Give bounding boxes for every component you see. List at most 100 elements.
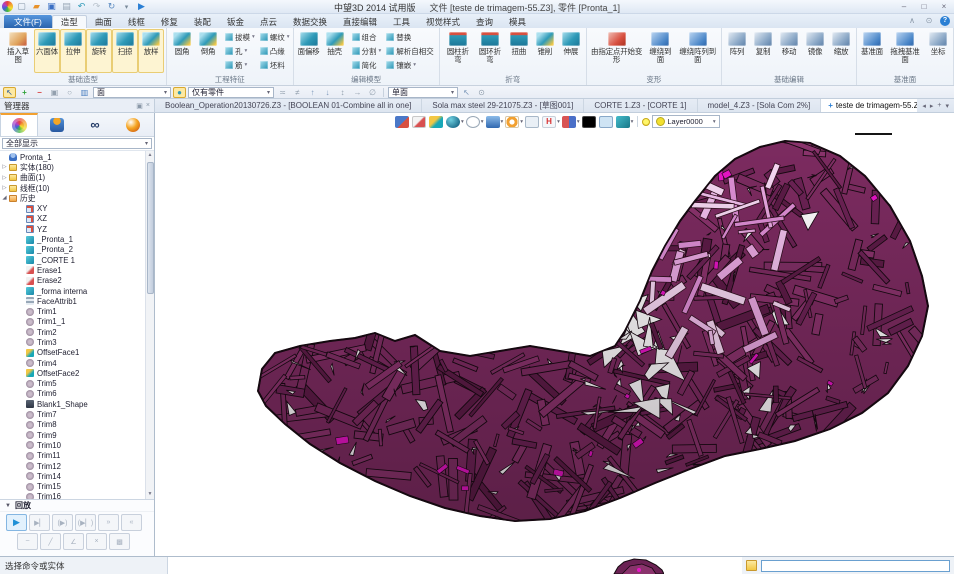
pick-cursor-icon[interactable]: ↖ (3, 87, 16, 98)
tabs-next-icon[interactable]: ▸ (930, 102, 934, 110)
rib-button[interactable]: 筋 ▾ (224, 58, 256, 72)
tree-item[interactable]: Trim2 (1, 327, 144, 337)
tabs-prev-icon[interactable]: ◂ (922, 102, 926, 110)
doc-tab-corte-1[interactable]: CORTE 1.Z3 - [CORTE 1] (584, 99, 697, 112)
pick-add-icon[interactable]: ↖ (460, 87, 473, 98)
qat-menu-icon[interactable]: ▾ (120, 1, 133, 12)
cylindrical-bend-button[interactable]: 圆柱折弯 (442, 29, 474, 73)
stock-button[interactable]: 坯料 (259, 58, 291, 72)
tree-item[interactable]: Trim15 (1, 482, 144, 492)
tree-item[interactable]: Trim12 (1, 461, 144, 471)
wireframe-mode-icon[interactable] (466, 116, 480, 128)
scroll-thumb[interactable] (147, 162, 154, 294)
close-button[interactable]: × (936, 1, 952, 12)
show-target-icon[interactable] (429, 116, 443, 128)
replace-button[interactable]: 替换 (385, 30, 437, 44)
doc-tab-boolean-operation[interactable]: Boolean_Operation20130726.Z3 - [BOOLEAN … (155, 99, 422, 112)
section-view-icon[interactable]: H (542, 116, 556, 128)
match-attr-icon[interactable]: ≍ (276, 87, 289, 98)
3d-model[interactable] (155, 113, 954, 556)
revolve-button[interactable]: 旋转 (86, 29, 112, 73)
mirror-button[interactable]: 镜像 (802, 29, 828, 73)
tree-item[interactable]: Trim11 (1, 451, 144, 461)
tree-filter-select[interactable]: 全部显示 (2, 138, 152, 149)
display-attributes-icon[interactable] (562, 116, 576, 128)
menu-tab-data-exchange[interactable]: 数据交换 (285, 15, 335, 28)
tree-item[interactable]: Erase1 (1, 265, 144, 275)
pick-window-icon[interactable]: ▣ (48, 87, 61, 98)
face-offset-button[interactable]: 面偏移 (296, 29, 322, 73)
taper-button[interactable]: 锥削 (532, 29, 558, 73)
help-icon[interactable]: ? (940, 16, 950, 26)
loft-button[interactable]: 放样 (138, 29, 164, 73)
image-plane-button[interactable]: ▩ (109, 533, 130, 550)
collapse-ribbon-icon[interactable]: ∧ (906, 15, 918, 26)
face-mode-select[interactable]: 单面 (388, 87, 458, 98)
angle-tool-button[interactable]: ∠ (63, 533, 84, 550)
pattern-button[interactable]: 阵列 (724, 29, 750, 73)
menu-tab-sheetmetal[interactable]: 钣金 (219, 15, 252, 28)
draft-button[interactable]: 拔模 ▾ (224, 30, 256, 44)
tree-item[interactable]: Trim4 (1, 358, 144, 368)
divide-button[interactable]: 分割 ▾ (351, 44, 383, 58)
undo-icon[interactable]: ↶ (75, 1, 88, 12)
manager-close-icon[interactable]: × (146, 102, 150, 110)
app-logo[interactable] (2, 1, 13, 12)
flange-button[interactable]: 凸缘 (259, 44, 291, 58)
pick-next-icon[interactable]: → (351, 87, 364, 98)
print-icon[interactable]: ▤ (60, 1, 73, 12)
tree-item[interactable]: Trim9 (1, 430, 144, 440)
toroidal-bend-button[interactable]: 圆环折弯 (474, 29, 506, 73)
settings-icon[interactable]: ⊙ (923, 15, 935, 26)
scroll-down-icon[interactable]: ▼ (148, 490, 153, 499)
menu-tab-shape[interactable]: 造型 (52, 15, 87, 28)
wrap-to-face-button[interactable]: 缠绕到面 (644, 29, 676, 73)
menu-tab-assembly[interactable]: 装配 (186, 15, 219, 28)
minimize-button[interactable]: – (896, 1, 912, 12)
tree-item[interactable]: Trim5 (1, 379, 144, 389)
stretch-button[interactable]: 伸展 (558, 29, 584, 73)
tree-item[interactable]: YZ (1, 224, 144, 234)
expand-icon[interactable]: ▷ (1, 175, 8, 181)
sweep-button[interactable]: 扫掠 (112, 29, 138, 73)
combine-button[interactable]: 组合 (351, 30, 383, 44)
tree-item[interactable]: _Pronta_1 (1, 234, 144, 244)
tree-item[interactable]: _Pronta_2 (1, 245, 144, 255)
erase-entity-icon[interactable] (412, 116, 426, 128)
doc-tab-model-4[interactable]: model_4.Z3 - [Sola Com 2%] (698, 99, 822, 112)
play-to-end-button[interactable]: ▶▏ (29, 514, 50, 531)
hole-button[interactable]: 孔 ▾ (224, 44, 256, 58)
tree-item[interactable]: Trim1_1 (1, 317, 144, 327)
assembly-manager-tab[interactable] (38, 113, 76, 136)
drag-datum-plane-button[interactable]: 拖拽基准面 (885, 29, 925, 73)
scope-filter-select[interactable]: 仅有零件 (188, 87, 274, 98)
fillet-button[interactable]: 圆角 (169, 29, 195, 73)
rewind-button[interactable]: « (121, 514, 142, 531)
expand-icon[interactable]: ▷ (1, 164, 8, 170)
history-manager-tab[interactable] (0, 113, 38, 136)
twist-button[interactable]: 扭曲 (506, 29, 532, 73)
menu-tab-direct-edit[interactable]: 直接编辑 (335, 15, 385, 28)
tree-item[interactable]: Trim8 (1, 420, 144, 430)
move-button[interactable]: 移动 (776, 29, 802, 73)
deform-by-point-button[interactable]: 由指定点开始变形 (589, 29, 645, 73)
tree-item[interactable]: Trim6 (1, 389, 144, 399)
delete-feature-button[interactable]: × (86, 533, 107, 550)
tree-item[interactable]: Trim10 (1, 440, 144, 450)
expand-icon[interactable]: ▷ (1, 185, 8, 191)
menu-tab-inquire[interactable]: 查询 (468, 15, 501, 28)
expand-icon[interactable]: ◢ (1, 195, 8, 201)
copy-attr-icon[interactable]: ≠ (291, 87, 304, 98)
entity-filter-select[interactable]: 面 (93, 87, 171, 98)
extrude-button[interactable]: 拉伸 (60, 29, 86, 73)
spin-view-icon[interactable] (505, 116, 519, 128)
menu-tab-wireframe[interactable]: 线框 (120, 15, 153, 28)
pick-range-icon[interactable]: ↕ (336, 87, 349, 98)
tree-item[interactable]: XZ (1, 214, 144, 224)
tree-item[interactable]: FaceAttrib1 (1, 296, 144, 306)
csys-button[interactable]: 坐标 (925, 29, 951, 73)
menu-tab-repair[interactable]: 修复 (153, 15, 186, 28)
wrap-pattern-to-face-button[interactable]: 缠绕阵列到面 (676, 29, 719, 73)
replay-header[interactable]: ▼ 回放 (0, 500, 154, 512)
background-blue-swatch[interactable] (599, 116, 613, 128)
